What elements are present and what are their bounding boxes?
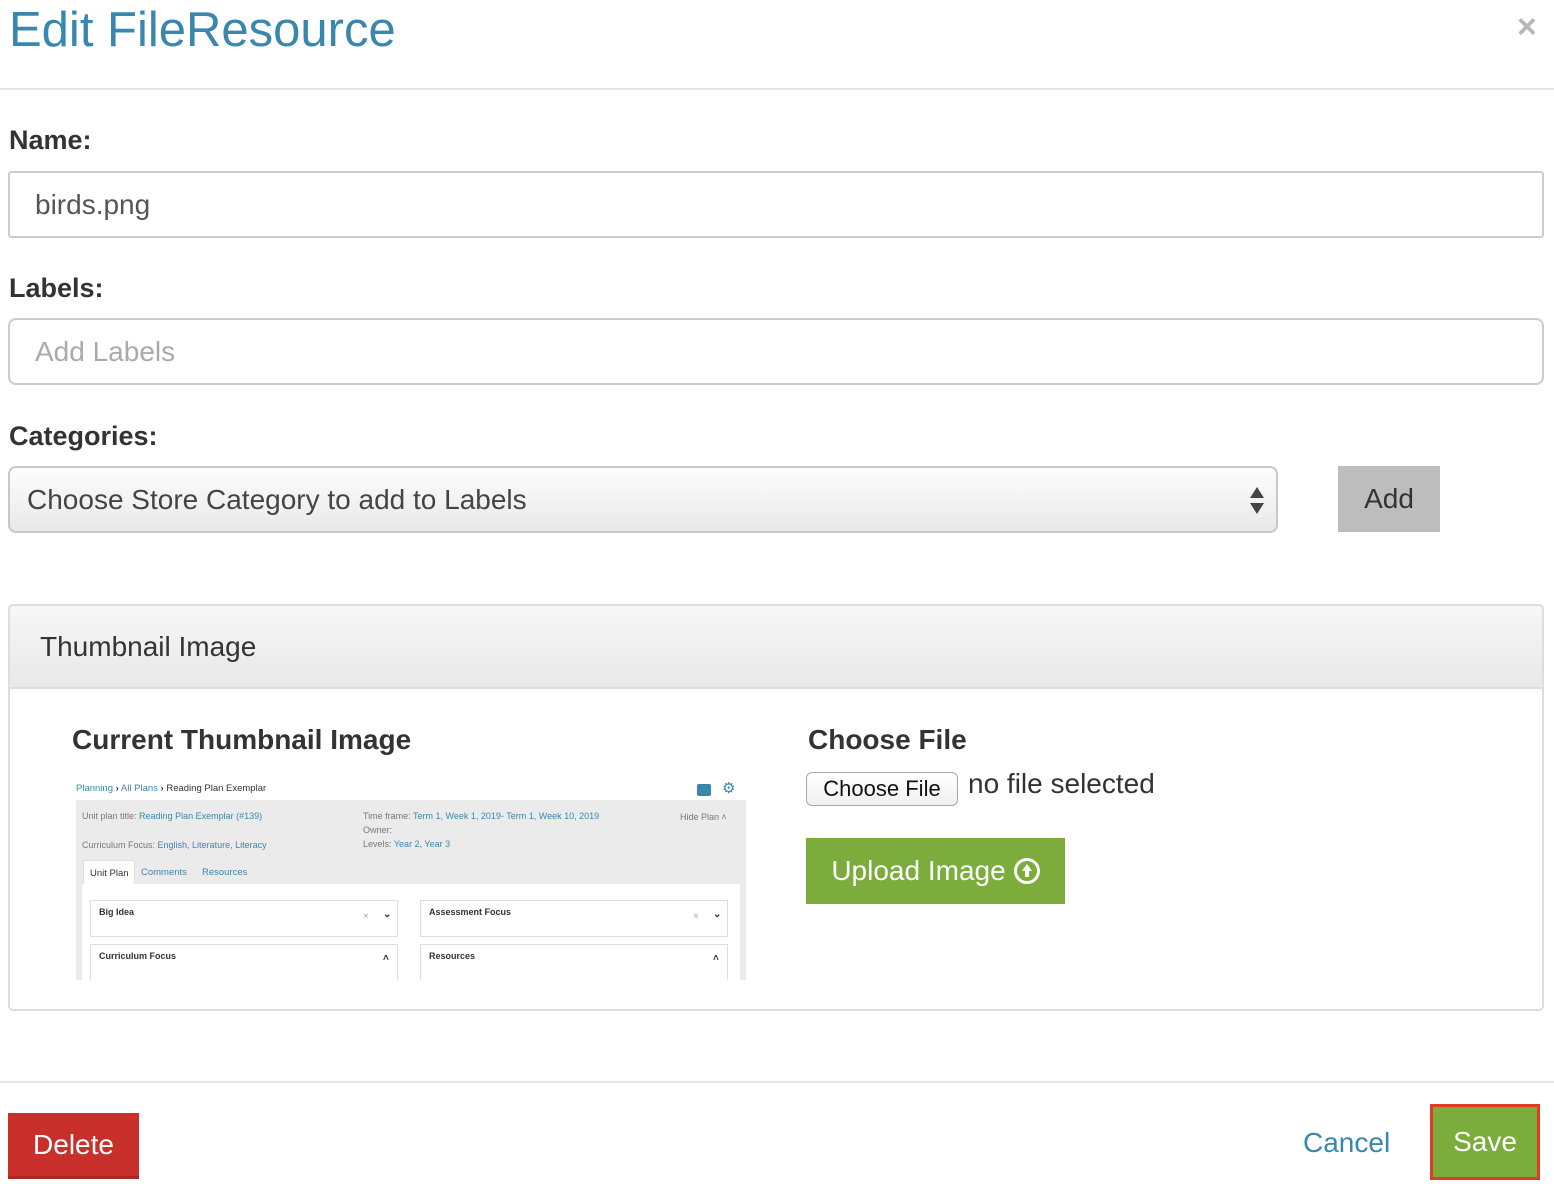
choose-file-heading: Choose File <box>808 724 967 755</box>
upload-image-label: Upload Image <box>831 855 1006 886</box>
labels-label: Labels: <box>9 273 104 303</box>
no-file-status: no file selected <box>968 768 1155 799</box>
select-arrows-icon <box>1250 487 1264 515</box>
current-thumbnail-heading: Current Thumbnail Image <box>72 724 412 755</box>
thumbnail-panel-title: Thumbnail Image <box>40 631 257 662</box>
modal-title: Edit FileResource <box>9 3 396 57</box>
categories-select[interactable]: Choose Store Category to add to Labels <box>8 466 1278 533</box>
add-category-button[interactable]: Add <box>1338 466 1440 532</box>
current-thumbnail-image: Planning › All Plans › Reading Plan Exem… <box>74 774 746 980</box>
preview-content: Big Idea × ⌄ Assessment Focus × ⌄ Curriculum… <box>76 884 746 980</box>
print-icon <box>697 784 711 796</box>
name-input-value: birds.png <box>35 188 151 220</box>
thumbnail-panel: Thumbnail Image Current Thumbnail Image … <box>8 604 1544 1011</box>
delete-button[interactable]: Delete <box>8 1113 139 1179</box>
labels-input-placeholder: Add Labels <box>35 335 176 367</box>
cancel-link[interactable]: Cancel <box>1303 1127 1390 1159</box>
labels-input[interactable]: Add Labels <box>8 318 1544 385</box>
thumbnail-panel-header: Thumbnail Image <box>10 606 1542 689</box>
categories-label: Categories: <box>9 421 158 451</box>
save-button[interactable]: Save <box>1430 1104 1540 1180</box>
upload-arrow-icon <box>1013 858 1040 884</box>
footer-divider <box>0 1081 1554 1083</box>
categories-select-value: Choose Store Category to add to Labels <box>27 483 527 515</box>
close-icon[interactable]: × <box>1517 10 1537 44</box>
choose-file-button[interactable]: Choose File <box>806 772 958 806</box>
name-input[interactable]: birds.png <box>8 171 1544 238</box>
gear-icon: ⚙ <box>722 780 736 797</box>
preview-tabs: Unit Plan Comments Resources <box>76 860 746 886</box>
upload-image-button[interactable]: Upload Image <box>806 838 1065 904</box>
preview-breadcrumb: Planning › All Plans › Reading Plan Exem… <box>76 783 267 794</box>
header-divider <box>0 88 1554 90</box>
name-label: Name: <box>9 125 92 155</box>
